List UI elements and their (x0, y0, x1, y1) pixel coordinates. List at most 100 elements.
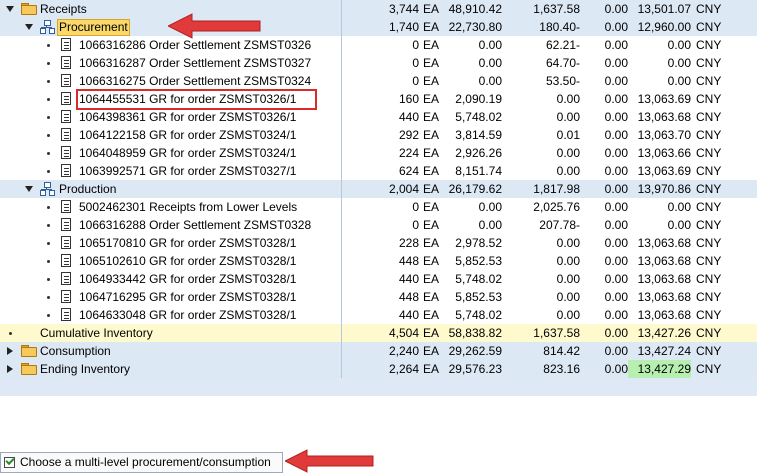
value: 0.00 (478, 56, 502, 70)
tree-row-document[interactable]: 1064398361 GR for order ZSMST0326/1 440 … (0, 108, 757, 126)
revaluation: 0.00 (604, 326, 628, 340)
tree-row-document[interactable]: 1064048959 GR for order ZSMST0324/1 224 … (0, 144, 757, 162)
multi-level-checkbox-bar[interactable]: Choose a multi-level procurement/consump… (0, 452, 283, 473)
price: 13,063.69 (637, 164, 691, 178)
document-icon (61, 164, 71, 177)
price-difference: 1,817.98 (533, 182, 580, 196)
row-label: 1065102610 GR for order ZSMST0328/1 (79, 254, 297, 268)
currency: CNY (696, 128, 722, 142)
revaluation: 0.00 (604, 218, 628, 232)
price-difference: 0.00 (556, 236, 580, 250)
unit: EA (423, 344, 440, 358)
value: 2,090.19 (455, 92, 502, 106)
annotation-arrow-icon (285, 449, 374, 473)
tree-row-document[interactable]: 5002462301 Receipts from Lower Levels 0 … (0, 198, 757, 216)
results-tree: Receipts 3,744 EA 48,910.42 1,637.58 0.0… (0, 0, 757, 396)
tree-row-document[interactable]: 1066316286 Order Settlement ZSMST0326 0 … (0, 36, 757, 54)
quantity: 0 (412, 56, 419, 70)
currency: CNY (696, 326, 722, 340)
revaluation: 0.00 (604, 272, 628, 286)
value: 29,576.23 (448, 362, 502, 376)
unit: EA (423, 2, 440, 16)
quantity: 624 (398, 164, 419, 178)
tree-row-document[interactable]: 1066316275 Order Settlement ZSMST0324 0 … (0, 72, 757, 90)
tree-row-procurement[interactable]: Procurement 1,740 EA 22,730.80 180.40- 0… (0, 18, 757, 36)
value: 2,926.26 (455, 146, 502, 160)
tree-row-document[interactable]: 1064716295 GR for order ZSMST0328/1 448 … (0, 288, 757, 306)
unit: EA (423, 182, 440, 196)
unit: EA (423, 200, 440, 214)
price-difference: 814.42 (543, 344, 580, 358)
row-label: 1066316288 Order Settlement ZSMST0328 (79, 218, 312, 232)
expand-right-icon[interactable] (7, 347, 13, 355)
tree-row-document[interactable]: 1065170810 GR for order ZSMST0328/1 228 … (0, 234, 757, 252)
row-label: 5002462301 Receipts from Lower Levels (79, 200, 298, 214)
quantity: 292 (398, 128, 419, 142)
price: 0.00 (667, 38, 691, 52)
revaluation: 0.00 (604, 20, 628, 34)
checkmark-icon (5, 455, 15, 466)
price: 0.00 (667, 200, 691, 214)
value: 2,978.52 (455, 236, 502, 250)
quantity: 160 (398, 92, 419, 106)
tree-row-document[interactable]: 1064633048 GR for order ZSMST0328/1 440 … (0, 306, 757, 324)
value: 0.00 (478, 38, 502, 52)
tree-row-document[interactable]: 1064933442 GR for order ZSMST0328/1 440 … (0, 270, 757, 288)
unit: EA (423, 236, 440, 250)
unit: EA (423, 308, 440, 322)
tree-row-production[interactable]: Production 2,004 EA 26,179.62 1,817.98 0… (0, 180, 757, 198)
row-label: Consumption (40, 344, 111, 358)
currency: CNY (696, 56, 722, 70)
document-icon (61, 236, 71, 249)
price-difference: 0.01 (556, 128, 580, 142)
tree-row-ending-inventory[interactable]: Ending Inventory 2,264 EA 29,576.23 823.… (0, 360, 757, 378)
price-difference: 64.70- (545, 56, 580, 70)
revaluation: 0.00 (604, 344, 628, 358)
quantity: 440 (398, 308, 419, 322)
unit: EA (423, 20, 440, 34)
unit: EA (423, 56, 440, 70)
unit: EA (423, 362, 440, 376)
row-label: Ending Inventory (40, 362, 131, 376)
value: 3,814.59 (455, 128, 502, 142)
unit: EA (423, 290, 440, 304)
value: 5,748.02 (455, 110, 502, 124)
quantity: 228 (398, 236, 419, 250)
currency: CNY (696, 362, 722, 376)
currency: CNY (696, 200, 722, 214)
value: 5,852.53 (455, 254, 502, 268)
price-difference: 2,025.76 (533, 200, 580, 214)
value: 58,838.82 (448, 326, 502, 340)
price-difference: 0.00 (556, 92, 580, 106)
value: 5,748.02 (455, 308, 502, 322)
revaluation: 0.00 (604, 254, 628, 268)
row-label: Procurement (57, 19, 130, 36)
tree-row-cumulative-inventory[interactable]: Cumulative Inventory 4,504 EA 58,838.82 … (0, 324, 757, 342)
revaluation: 0.00 (604, 200, 628, 214)
tree-row-document[interactable]: 1066316288 Order Settlement ZSMST0328 0 … (0, 216, 757, 234)
price: 13,063.68 (637, 236, 691, 250)
tree-row-consumption[interactable]: Consumption 2,240 EA 29,262.59 814.42 0.… (0, 342, 757, 360)
currency: CNY (696, 344, 722, 358)
quantity: 2,264 (388, 362, 419, 376)
revaluation: 0.00 (604, 182, 628, 196)
expand-down-icon[interactable] (25, 186, 33, 192)
price: 13,063.66 (637, 146, 691, 160)
tree-row-receipts[interactable]: Receipts 3,744 EA 48,910.42 1,637.58 0.0… (0, 0, 757, 18)
currency: CNY (696, 20, 722, 34)
quantity: 0 (412, 74, 419, 88)
expand-down-icon[interactable] (6, 6, 14, 12)
value: 48,910.42 (448, 2, 502, 16)
multi-level-checkbox[interactable] (4, 455, 15, 468)
tree-row-document[interactable]: 1063992571 GR for order ZSMST0327/1 624 … (0, 162, 757, 180)
tree-row-document[interactable]: 1064122158 GR for order ZSMST0324/1 292 … (0, 126, 757, 144)
expand-right-icon[interactable] (7, 365, 13, 373)
revaluation: 0.00 (604, 92, 628, 106)
checkbox-label: Choose a multi-level procurement/consump… (20, 455, 271, 469)
network-icon (40, 182, 55, 196)
price-difference: 0.00 (556, 164, 580, 178)
expand-down-icon[interactable] (25, 24, 33, 30)
quantity: 4,504 (388, 326, 419, 340)
tree-row-document[interactable]: 1065102610 GR for order ZSMST0328/1 448 … (0, 252, 757, 270)
tree-row-document[interactable]: 1066316287 Order Settlement ZSMST0327 0 … (0, 54, 757, 72)
